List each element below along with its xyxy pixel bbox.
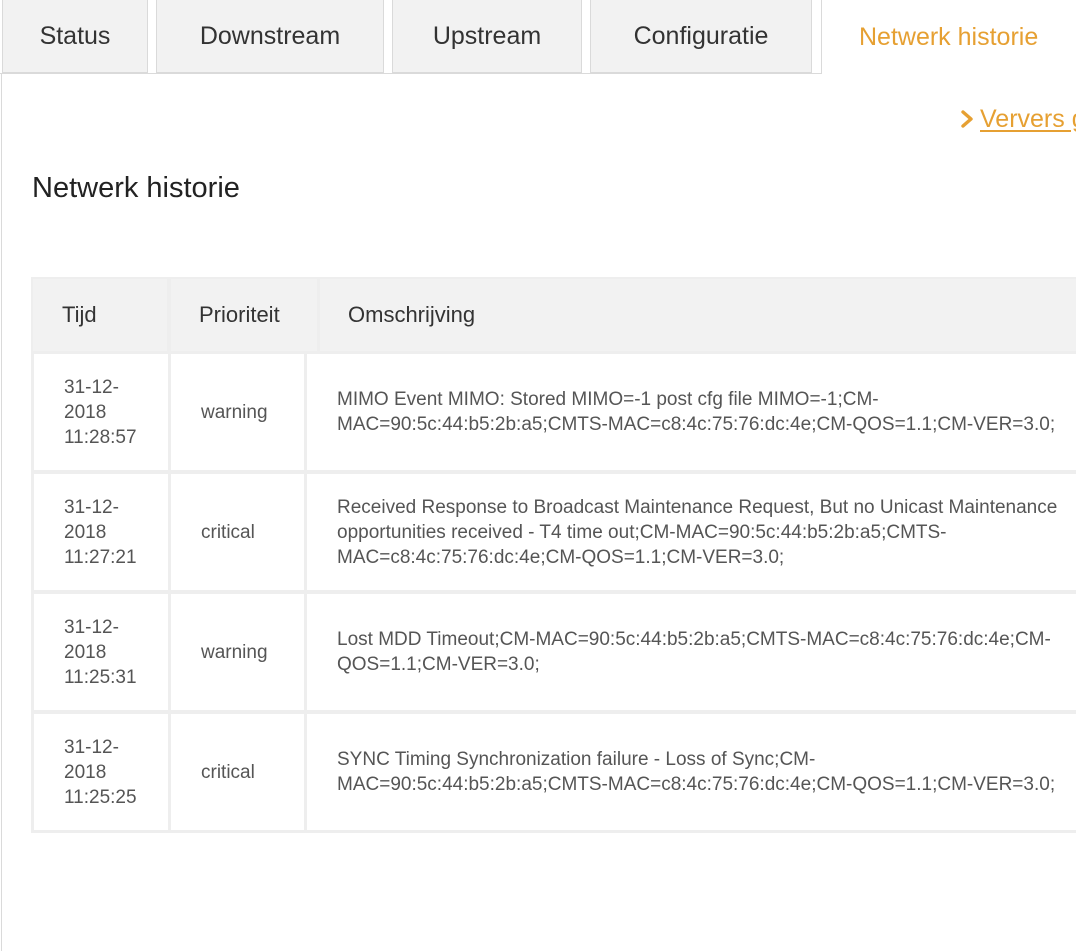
tab-netwerk-historie[interactable]: Netwerk historie: [821, 0, 1076, 74]
tab-divider: [0, 73, 821, 74]
tab-configuratie[interactable]: Configuratie: [590, 0, 812, 73]
column-header-tijd: Tijd: [33, 279, 167, 351]
chevron-right-icon: [961, 110, 973, 128]
description-line: MIMO Event MIMO: Stored MIMO=-1 post cfg…: [337, 389, 879, 410]
description-line: SYNC Timing Synchronization failure - Lo…: [337, 749, 816, 770]
table-row-1-description: MIMO Event MIMO: Stored MIMO=-1 post cfg…: [307, 354, 1076, 470]
table-row-4-priority: critical: [171, 714, 304, 830]
table-row-2-time: 31-12- 2018 11:27:21: [34, 474, 168, 590]
table-row-3-priority: warning: [171, 594, 304, 710]
table-row-3-time: 31-12- 2018 11:25:31: [34, 594, 168, 710]
refresh-link-label[interactable]: Ververs gegevens: [980, 105, 1076, 134]
table-row-1-time: 31-12- 2018 11:28:57: [34, 354, 168, 470]
column-header-prioriteit: Prioriteit: [171, 279, 317, 351]
description-line: Lost MDD Timeout;CM-MAC=90:5c:44:b5:2b:a…: [337, 629, 1051, 650]
description-line: MAC=90:5c:44:b5:2b:a5;CMTS-MAC=c8:4c:75:…: [337, 414, 1056, 435]
table-row-4-description: SYNC Timing Synchronization failure - Lo…: [307, 714, 1076, 830]
description-line: QOS=1.1;CM-VER=3.0;: [337, 654, 540, 675]
content-left-border: [1, 73, 2, 951]
table-row-2-description: Received Response to Broadcast Maintenan…: [307, 474, 1076, 590]
tab-upstream[interactable]: Upstream: [392, 0, 582, 73]
table-row-2-priority: critical: [171, 474, 304, 590]
router-page: Status Downstream Upstream Configuratie …: [0, 0, 1076, 951]
table-row-3-description: Lost MDD Timeout;CM-MAC=90:5c:44:b5:2b:a…: [307, 594, 1076, 710]
description-line: Received Response to Broadcast Maintenan…: [337, 496, 1058, 518]
tab-downstream[interactable]: Downstream: [156, 0, 384, 73]
tab-status[interactable]: Status: [2, 0, 148, 73]
description-line: MAC=c8:4c:75:76:dc:4e;CM-QOS=1.1;CM-VER=…: [337, 546, 785, 568]
table-row-4-time: 31-12- 2018 11:25:25: [34, 714, 168, 830]
description-line: opportunities received - T4 time out;CM-…: [337, 521, 947, 543]
description-line: MAC=90:5c:44:b5:2b:a5;CMTS-MAC=c8:4c:75:…: [337, 774, 1056, 795]
refresh-link[interactable]: Ververs gegevens: [957, 103, 1076, 135]
table-row-1-priority: warning: [171, 354, 304, 470]
event-log-table: Tijd Prioriteit Omschrijving 31-12- 2018…: [31, 277, 1076, 833]
column-header-omschrijving: Omschrijving: [320, 279, 1076, 351]
page-title: Netwerk historie: [32, 172, 240, 204]
